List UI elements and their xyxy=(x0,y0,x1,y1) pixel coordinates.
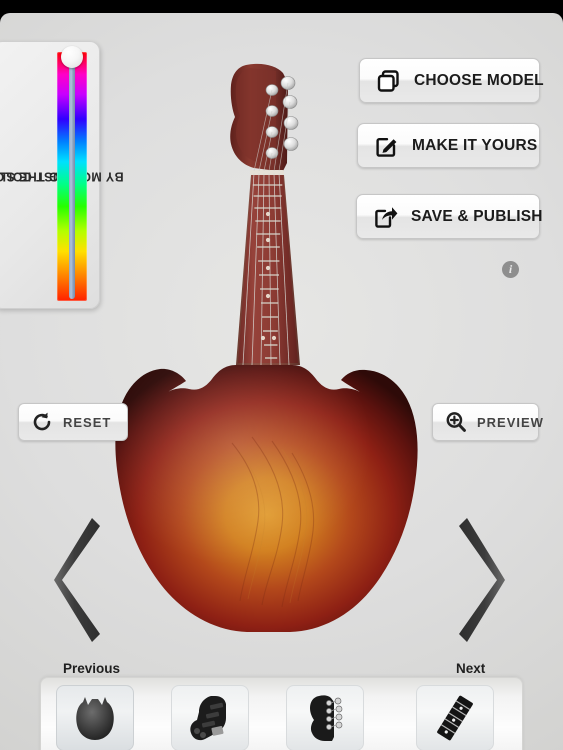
next-button[interactable] xyxy=(455,516,507,644)
choose-model-label: CHOOSE MODEL xyxy=(414,71,544,89)
slider-caption: ADJUST COLOR EFFECT BY MOVING THE SLIDER xyxy=(0,48,124,304)
thumbnail-guitar-body[interactable] xyxy=(56,685,134,750)
magnifier-plus-icon xyxy=(445,411,467,433)
preview-label: PREVIEW xyxy=(477,414,544,430)
headstock-icon xyxy=(310,695,343,741)
copy-layers-icon xyxy=(376,68,402,94)
thumbnail-headstock[interactable] xyxy=(286,685,364,750)
reset-label: RESET xyxy=(63,414,112,430)
color-slider-track-wrap[interactable] xyxy=(57,46,87,301)
guitar-body-icon xyxy=(76,697,114,740)
refresh-arrow-icon xyxy=(31,411,53,433)
save-publish-label: SAVE & PUBLISH xyxy=(411,207,543,225)
pickguard-icon xyxy=(190,696,226,741)
choose-model-button[interactable]: CHOOSE MODEL xyxy=(359,58,544,103)
info-circle-icon[interactable]: i xyxy=(502,261,519,278)
make-it-yours-label: MAKE IT YOURS xyxy=(412,136,538,154)
app-root: ADJUST COLOR EFFECT BY MOVING THE SLIDER… xyxy=(0,0,563,750)
next-label: Next xyxy=(456,661,486,676)
slider-bar xyxy=(69,54,75,299)
preview-button[interactable]: PREVIEW xyxy=(432,403,543,441)
slider-knob[interactable] xyxy=(61,46,83,68)
thumbnail-pickguard[interactable] xyxy=(171,685,249,750)
fretboard-icon xyxy=(437,695,473,741)
thumbnail-fretboard[interactable] xyxy=(416,685,494,750)
editor-stage: ADJUST COLOR EFFECT BY MOVING THE SLIDER… xyxy=(0,13,563,750)
edit-pencil-icon xyxy=(374,133,400,159)
save-publish-button[interactable]: SAVE & PUBLISH xyxy=(356,194,543,239)
previous-button[interactable] xyxy=(52,516,104,644)
parts-thumbnail-strip xyxy=(40,677,523,750)
make-it-yours-button[interactable]: MAKE IT YOURS xyxy=(357,123,540,168)
color-slider-panel[interactable]: ADJUST COLOR EFFECT BY MOVING THE SLIDER xyxy=(0,41,124,309)
previous-label: Previous xyxy=(63,661,121,676)
share-arrow-icon xyxy=(373,204,399,230)
reset-button[interactable]: RESET xyxy=(18,403,128,441)
